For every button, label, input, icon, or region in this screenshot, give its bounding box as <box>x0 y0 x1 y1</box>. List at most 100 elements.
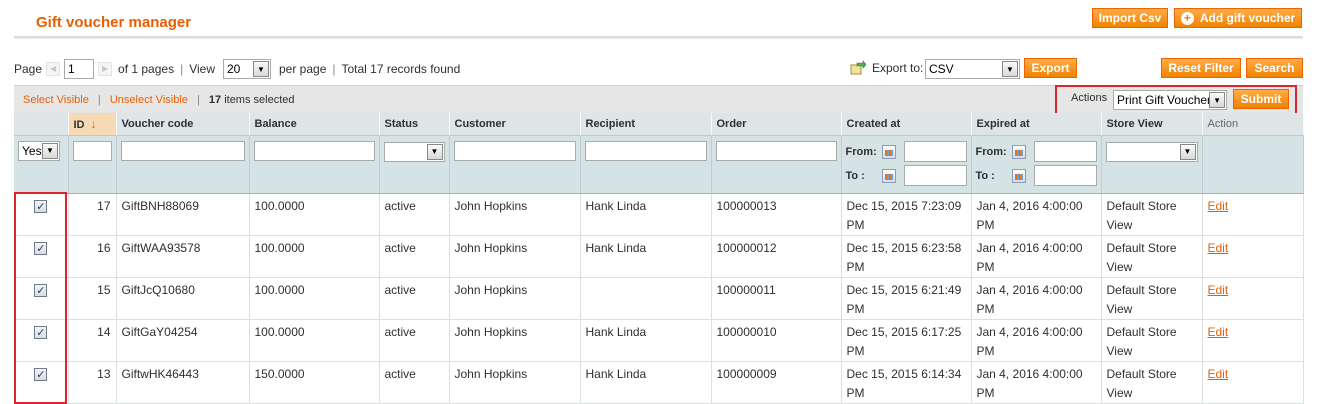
massaction-filter-value: Yes <box>22 143 42 158</box>
select-visible-link[interactable]: Select Visible <box>23 94 89 106</box>
cell-recipient: Hank Linda <box>580 361 712 404</box>
created-from-row: From: <box>846 141 967 163</box>
calendar-icon[interactable] <box>881 144 896 159</box>
cell-store-view: Default Store View <box>1101 361 1203 404</box>
cell-status: active <box>379 193 450 236</box>
filter-id-input[interactable] <box>72 140 112 161</box>
next-page-icon[interactable]: ▶ <box>98 62 113 76</box>
export-button-label: Export <box>1031 61 1070 75</box>
filter-order-input[interactable] <box>715 140 837 161</box>
cell-status: active <box>379 361 450 404</box>
expired-to-input[interactable] <box>1033 165 1097 186</box>
of-pages-label: of 1 pages <box>118 62 175 76</box>
cell-status: active <box>379 235 450 278</box>
created-to-row: To : <box>846 165 967 187</box>
per-page-select[interactable]: 20 ▼ <box>223 59 271 79</box>
edit-link[interactable]: Edit <box>1208 241 1229 255</box>
filter-expired-cell: From: To : <box>971 135 1102 194</box>
filter-balance-input[interactable] <box>253 140 375 161</box>
cell-recipient: Hank Linda <box>580 235 712 278</box>
edit-link[interactable]: Edit <box>1208 367 1229 381</box>
filter-recipient-input[interactable] <box>584 140 707 161</box>
created-to-input[interactable] <box>903 165 967 186</box>
chevron-down-icon: ▼ <box>42 142 58 159</box>
cell-id: 16 <box>68 235 117 278</box>
cell-order: 100000012 <box>711 235 842 278</box>
filter-id-cell <box>68 135 117 194</box>
sort-desc-icon: ↓ <box>90 116 97 131</box>
massaction-filter-select[interactable]: Yes ▼ <box>18 140 60 161</box>
cell-status: active <box>379 319 450 362</box>
filter-store-cell: ▼ <box>1101 135 1203 194</box>
col-action: Action <box>1202 113 1304 136</box>
cell-store-view: Default Store View <box>1101 319 1203 362</box>
col-balance[interactable]: Balance <box>249 113 380 136</box>
search-button[interactable]: Search <box>1246 58 1303 78</box>
calendar-icon[interactable] <box>881 168 896 183</box>
col-customer[interactable]: Customer <box>449 113 581 136</box>
filter-status-cell: ▼ <box>379 135 450 194</box>
cell-balance: 100.0000 <box>249 277 380 320</box>
cell-expired-at: Jan 4, 2016 4:00:00 PM <box>971 193 1102 236</box>
filter-code-input[interactable] <box>120 140 245 161</box>
plus-icon: + <box>1180 11 1194 25</box>
export-format-select[interactable]: CSV ▼ <box>925 59 1020 79</box>
cell-expired-at: Jan 4, 2016 4:00:00 PM <box>971 277 1102 320</box>
from-label: From: <box>975 145 1007 158</box>
calendar-icon[interactable] <box>1011 168 1026 183</box>
cell-created-at: Dec 15, 2015 6:23:58 PM <box>841 235 972 278</box>
cell-action: Edit <box>1202 277 1304 320</box>
col-expired-at[interactable]: Expired at <box>971 113 1102 136</box>
cell-created-at: Dec 15, 2015 6:14:34 PM <box>841 361 972 404</box>
created-from-input[interactable] <box>903 141 967 162</box>
page-input[interactable]: 1 <box>64 59 95 79</box>
add-gift-voucher-button[interactable]: + Add gift voucher <box>1174 8 1302 28</box>
filter-code-cell <box>116 135 250 194</box>
reset-filter-label: Reset Filter <box>1168 61 1234 75</box>
col-order[interactable]: Order <box>711 113 842 136</box>
col-store-view[interactable]: Store View <box>1101 113 1203 136</box>
filter-store-select[interactable]: ▼ <box>1105 141 1198 162</box>
cell-id: 17 <box>68 193 117 236</box>
expired-from-input[interactable] <box>1033 141 1097 162</box>
col-massaction <box>14 113 69 136</box>
edit-link[interactable]: Edit <box>1208 199 1229 213</box>
edit-link[interactable]: Edit <box>1208 283 1229 297</box>
filter-created-cell: From: To : <box>841 135 972 194</box>
cell-recipient: Hank Linda <box>580 319 712 362</box>
cell-customer: John Hopkins <box>449 361 581 404</box>
filter-action-cell <box>1202 135 1304 194</box>
chevron-down-icon: ▼ <box>1179 143 1196 160</box>
massaction-links: Select Visible | Unselect Visible | 17 i… <box>23 94 295 106</box>
cell-balance: 100.0000 <box>249 319 380 362</box>
export-button[interactable]: Export <box>1024 58 1077 78</box>
prev-page-icon[interactable]: ◀ <box>46 62 61 76</box>
expired-to-row: To : <box>976 165 1097 187</box>
cell-action: Edit <box>1202 235 1304 278</box>
unselect-visible-link[interactable]: Unselect Visible <box>110 94 188 106</box>
checkbox-highlight-box <box>14 192 67 404</box>
cell-balance: 100.0000 <box>249 193 380 236</box>
cell-customer: John Hopkins <box>449 193 581 236</box>
filter-status-select[interactable]: ▼ <box>383 141 445 162</box>
calendar-icon[interactable] <box>1011 144 1026 159</box>
col-status[interactable]: Status <box>379 113 450 136</box>
filter-customer-input[interactable] <box>453 140 576 161</box>
table-row: 14 GiftGaY04254 100.0000 active John Hop… <box>14 319 1304 362</box>
filter-order-cell <box>711 135 842 194</box>
filter-balance-cell <box>249 135 380 194</box>
reset-filter-button[interactable]: Reset Filter <box>1161 58 1241 78</box>
col-voucher-code[interactable]: Voucher code <box>116 113 250 136</box>
col-created-at[interactable]: Created at <box>841 113 972 136</box>
table-row: 17 GiftBNH88069 100.0000 active John Hop… <box>14 193 1304 236</box>
import-csv-button[interactable]: Import Csv <box>1092 8 1168 28</box>
cell-recipient: Hank Linda <box>580 193 712 236</box>
col-id[interactable]: ID ↓ <box>68 113 117 136</box>
per-page-label: per page <box>279 62 327 76</box>
col-recipient[interactable]: Recipient <box>580 113 712 136</box>
to-label: To : <box>845 169 865 182</box>
table-row: 16 GiftWAA93578 100.0000 active John Hop… <box>14 235 1304 278</box>
from-label: From: <box>845 145 877 158</box>
edit-link[interactable]: Edit <box>1208 325 1229 339</box>
cell-order: 100000013 <box>711 193 842 236</box>
